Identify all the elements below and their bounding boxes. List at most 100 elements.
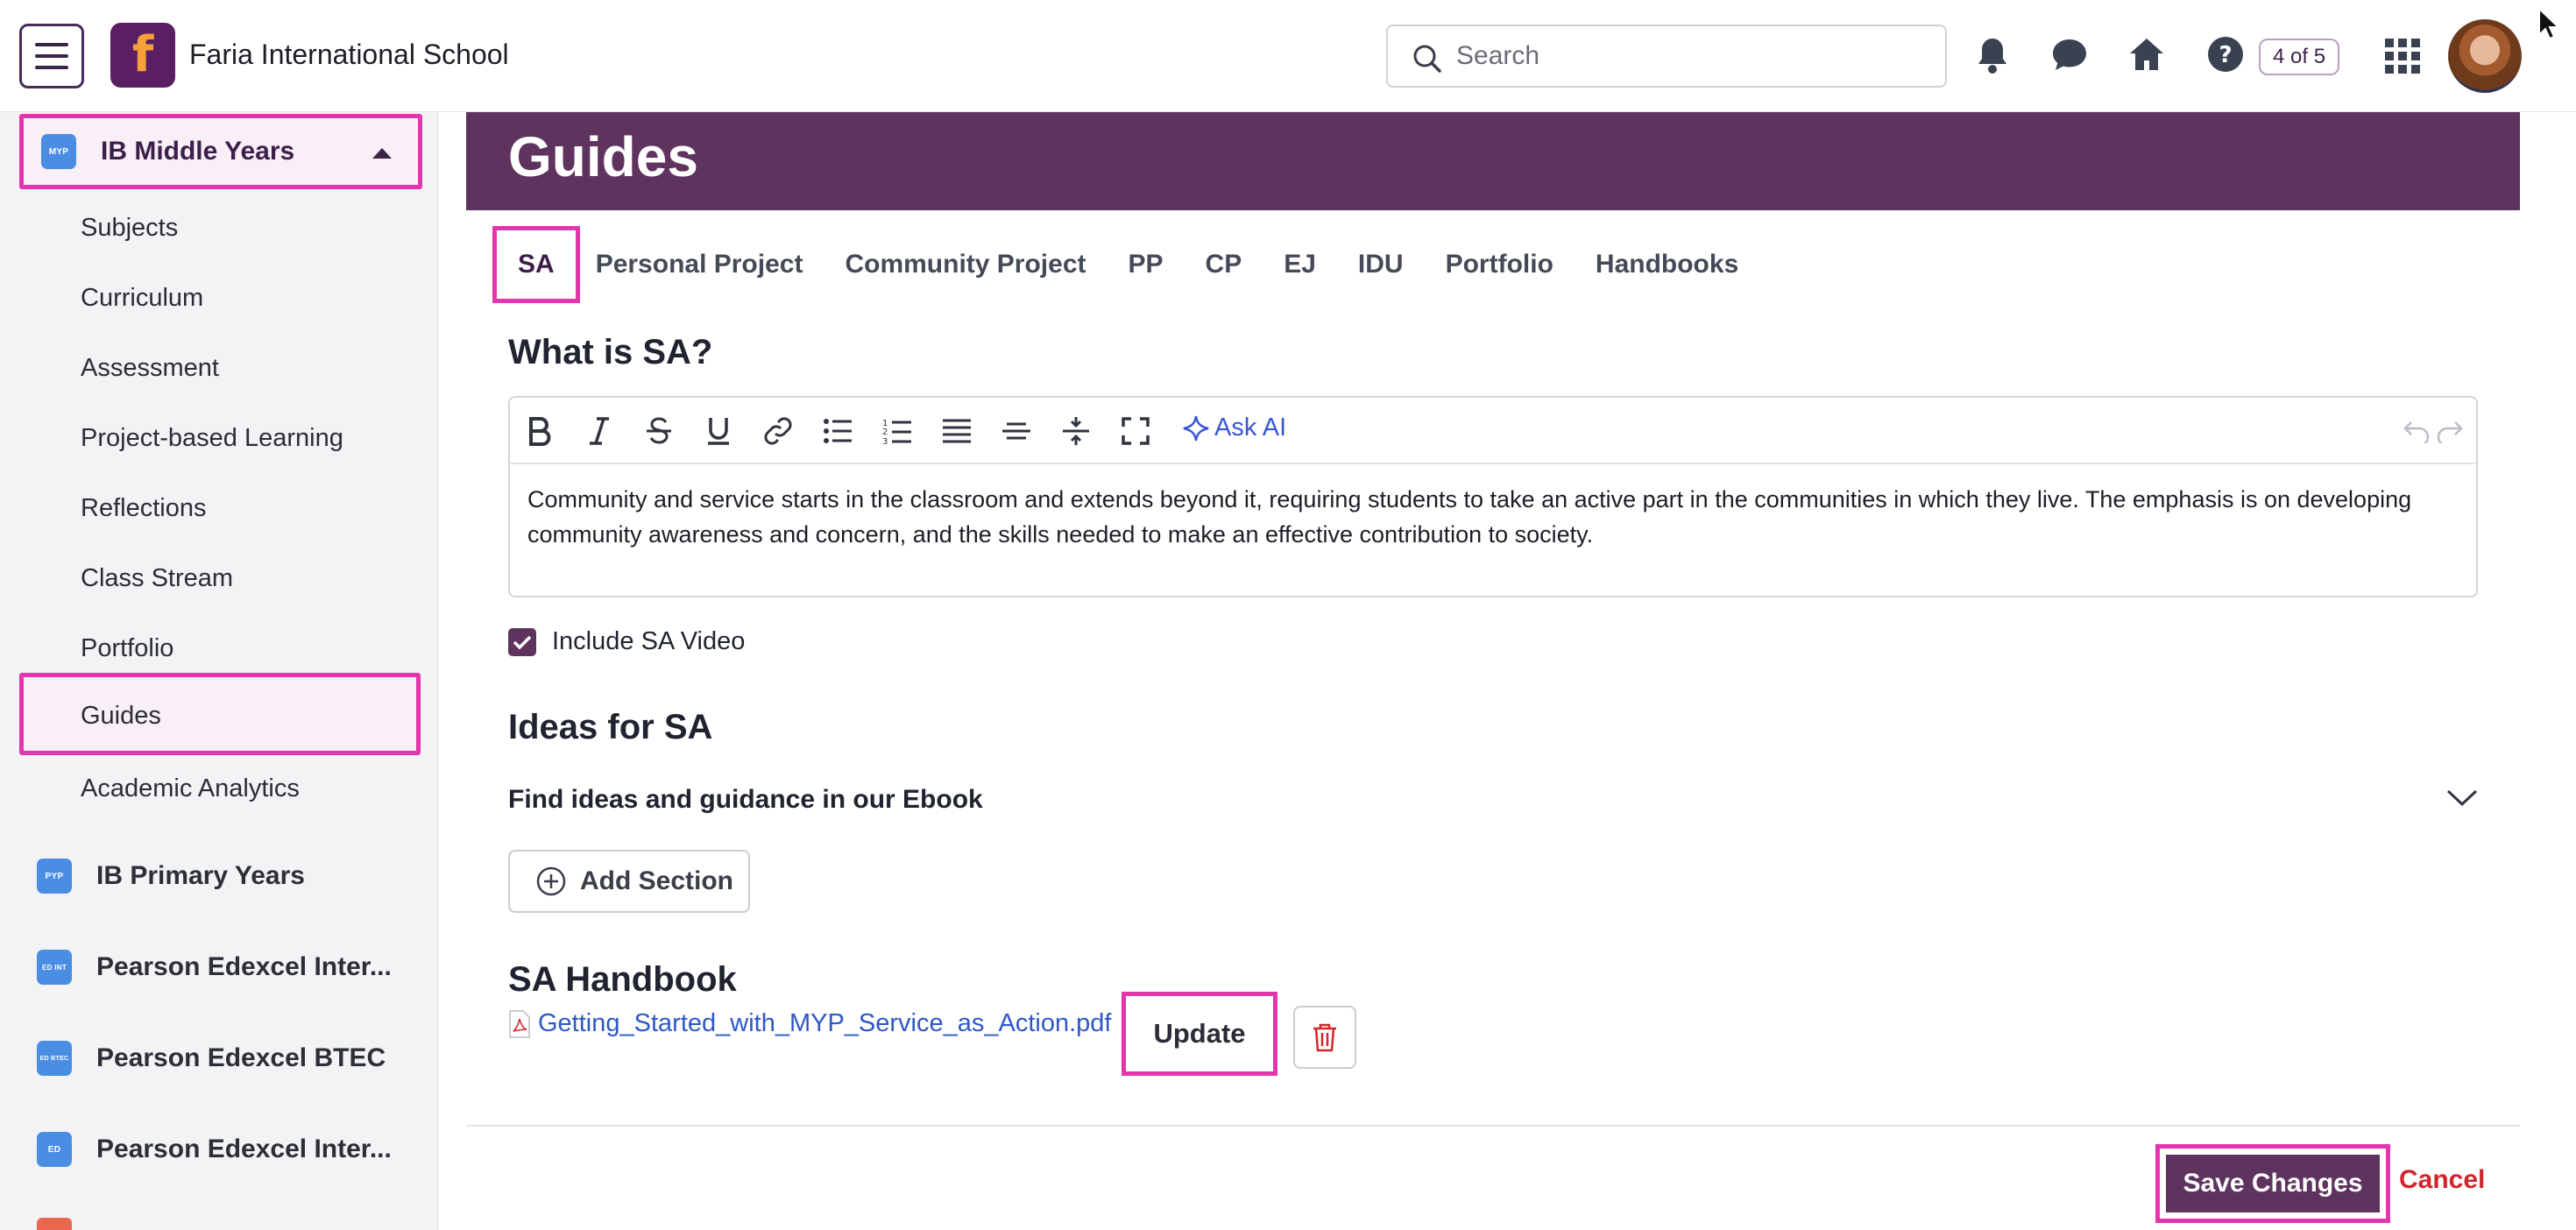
sparkle-icon [1183,415,1209,441]
include-video-label: Include SA Video [552,627,746,655]
plus-circle-icon [536,866,566,896]
include-video-row: Include SA Video [508,627,745,656]
sidebar-item-assessment[interactable]: Assessment [81,354,219,383]
menu-toggle-button[interactable] [19,24,84,88]
help-icon[interactable]: ? [2206,35,2245,74]
numbered-list-icon[interactable]: 123 [881,415,913,447]
tab-personal-project[interactable]: Personal Project [596,250,803,279]
sidebar-item-class-stream[interactable]: Class Stream [81,564,233,593]
sidebar-item-curriculum[interactable]: Curriculum [81,284,203,313]
tab-pp[interactable]: PP [1129,250,1164,279]
svg-text:3: 3 [882,437,888,445]
search-icon [1413,45,1441,73]
user-avatar[interactable] [2448,19,2522,93]
italic-icon[interactable] [584,415,615,447]
sidebar-program-pearson-edexcel-international[interactable]: ED INT Pearson Edexcel Inter... [19,930,422,1005]
ask-ai-button[interactable]: Ask AI [1183,414,1286,442]
sidebar-program-pearson-edexcel-btec[interactable]: ED BTEC Pearson Edexcel BTEC [19,1021,422,1096]
program-badge-icon [37,1218,72,1230]
sidebar-item-reflections[interactable]: Reflections [81,494,206,523]
sidebar-item-academic-analytics[interactable]: Academic Analytics [81,774,300,803]
hamburger-icon [35,43,68,46]
editor-toolbar: 123 Ask AI [510,398,2476,464]
school-logo[interactable]: f [110,23,175,88]
editor-body-text[interactable]: Community and service starts in the clas… [527,482,2455,552]
handbook-file-row: Getting_Started_with_MYP_Service_as_Acti… [508,1009,1111,1038]
update-file-button[interactable]: Update [1122,992,1277,1076]
ebook-accordion[interactable]: Find ideas and guidance in our Ebook [508,785,2478,820]
home-icon[interactable] [2127,35,2166,74]
tab-portfolio[interactable]: Portfolio [1446,250,1553,279]
page-banner: Guides [466,112,2520,210]
undo-icon[interactable] [2401,415,2432,447]
add-section-label: Add Section [580,866,734,895]
underline-icon[interactable] [703,415,734,447]
bell-icon[interactable] [1975,35,2010,75]
rich-text-editor[interactable]: 123 Ask AI Community and service starts … [508,396,2478,597]
svg-text:2: 2 [882,428,888,437]
pdf-file-icon [509,1009,530,1038]
redo-icon[interactable] [2434,415,2466,447]
sidebar-item-subjects[interactable]: Subjects [81,214,178,243]
align-justify-icon[interactable] [941,415,973,447]
myp-badge-icon: MYP [41,134,76,169]
save-changes-button[interactable]: Save Changes [2155,1144,2390,1223]
section-heading-handbook: SA Handbook [508,960,737,999]
logo-letter: f [131,26,154,83]
tab-sa[interactable]: SA [492,226,580,303]
main-panel: Guides SA Personal Project Community Pro… [466,112,2520,1230]
sidebar-program-ib-middle-years[interactable]: MYP IB Middle Years [19,114,422,189]
program-label: IB Middle Years [101,137,295,166]
sidebar: MYP IB Middle Years Subjects Curriculum … [0,112,438,1230]
tab-community-project[interactable]: Community Project [845,250,1086,279]
tab-handbooks[interactable]: Handbooks [1596,250,1738,279]
page-title: Guides [508,125,698,188]
section-heading-ideas: Ideas for SA [508,708,713,746]
sidebar-program-pearson-edexcel-international-2[interactable]: ED Pearson Edexcel Inter... [19,1112,422,1187]
sidebar-item-project-based-learning[interactable]: Project-based Learning [81,424,343,453]
edexcel-btec-badge-icon: ED BTEC [37,1041,72,1076]
mouse-cursor-icon [2538,7,2560,40]
edexcel-int-badge-icon: ED INT [37,950,72,985]
bold-icon[interactable] [524,415,556,447]
tab-ej[interactable]: EJ [1284,250,1316,279]
delete-file-button[interactable] [1293,1006,1356,1069]
update-label: Update [1153,1018,1246,1049]
ask-ai-label: Ask AI [1214,414,1287,442]
fullscreen-icon[interactable] [1120,415,1151,447]
school-name: Faria International School [189,39,509,70]
sidebar-item-label: Guides [81,702,161,730]
ebook-accordion-label: Find ideas and guidance in our Ebook [508,785,983,814]
chevron-down-icon[interactable] [2446,788,2478,808]
guide-tabs: SA Personal Project Community Project PP… [492,226,1780,303]
tab-idu[interactable]: IDU [1358,250,1404,279]
svg-text:?: ? [2219,42,2232,68]
search-box[interactable] [1386,25,1947,88]
checkmark-icon [513,635,532,649]
guide-content: SA Personal Project Community Project PP… [466,210,2520,1230]
cancel-button[interactable]: Cancel [2399,1165,2485,1195]
bullet-list-icon[interactable] [822,415,853,447]
link-icon[interactable] [762,415,794,447]
strikethrough-icon[interactable] [643,415,675,447]
sidebar-item-guides[interactable]: Guides [19,673,421,755]
caret-up-icon [372,148,392,159]
save-changes-label: Save Changes [2166,1155,2380,1212]
sidebar-program-ib-primary-years[interactable]: PYP IB Primary Years [19,838,422,914]
chat-icon[interactable] [2050,35,2089,74]
add-section-button[interactable]: Add Section [508,850,750,913]
horizontal-rule-icon[interactable] [1001,415,1032,447]
top-header: f Faria International School ? 4 of 5 [0,0,2576,112]
edexcel-badge-icon: ED [37,1132,72,1167]
search-input[interactable] [1456,26,1929,86]
sidebar-item-portfolio[interactable]: Portfolio [81,634,173,663]
section-heading-what-is: What is SA? [508,333,713,371]
pyp-badge-icon: PYP [37,859,72,894]
handbook-file-link[interactable]: Getting_Started_with_MYP_Service_as_Acti… [538,1009,1111,1038]
apps-grid-icon[interactable] [2385,39,2420,74]
footer-divider [466,1125,2520,1127]
tab-cp[interactable]: CP [1206,250,1242,279]
notification-counter[interactable]: 4 of 5 [2259,39,2340,75]
include-video-checkbox[interactable] [508,627,536,656]
split-arrows-icon[interactable] [1060,415,1092,447]
